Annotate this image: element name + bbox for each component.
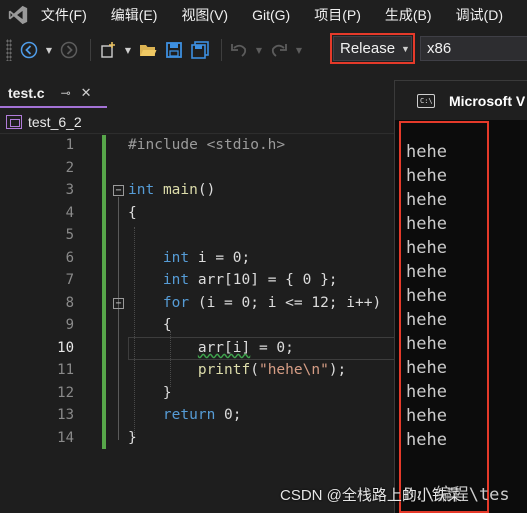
collapse-main-icon[interactable]: − <box>113 185 124 196</box>
code-line: } <box>128 430 137 446</box>
line-number: 2 <box>65 160 74 176</box>
console-output-line: hehe <box>406 262 447 282</box>
code-line: { <box>128 205 137 221</box>
code-line: int i = 0; <box>162 250 251 266</box>
outline-line <box>118 197 119 440</box>
line-number: 14 <box>57 430 74 446</box>
code-line: } <box>128 385 172 401</box>
code-line: #include <stdio.h> <box>128 137 286 153</box>
code-line: for (i = 0; i <= 12; i++) <box>162 295 382 311</box>
collapse-for-icon[interactable]: − <box>113 298 124 309</box>
tab-test-c[interactable]: test.c ⊸ ✕ <box>0 80 107 108</box>
toolbar-grip[interactable] <box>6 39 12 61</box>
open-folder-icon[interactable] <box>137 39 159 61</box>
toolbar-separator <box>90 39 91 61</box>
project-scope-icon <box>6 114 22 129</box>
menu-edit[interactable]: 编辑(E) <box>111 5 158 25</box>
line-number-current: 10 <box>57 340 74 356</box>
back-icon[interactable] <box>18 39 40 61</box>
configuration-value: Release <box>340 40 396 57</box>
console-output-line: hehe <box>406 166 447 186</box>
code-line: arr[i] = 0; <box>197 340 294 356</box>
console-output-line: hehe <box>406 406 447 426</box>
solution-platform-dropdown[interactable]: x86 <box>420 36 527 61</box>
document-tab-strip: test.c ⊸ ✕ <box>0 80 400 108</box>
terminal-icon: C:\ <box>417 93 435 108</box>
solution-configuration-dropdown[interactable]: Release ▼ <box>333 36 412 61</box>
console-output-line: hehe <box>406 310 447 330</box>
line-number: 1 <box>65 137 74 153</box>
console-output-line: hehe <box>406 214 447 234</box>
menu-git[interactable]: Git(G) <box>252 7 290 23</box>
code-line: printf("hehe\n"); <box>197 362 347 378</box>
back-dropdown-icon[interactable]: ▼ <box>44 39 54 61</box>
navigation-bar[interactable]: test_6_2 <box>0 110 400 134</box>
menu-view[interactable]: 视图(V) <box>181 5 228 25</box>
line-number: 11 <box>57 362 74 378</box>
redo-icon[interactable] <box>268 39 290 61</box>
console-output-line: hehe <box>406 142 447 162</box>
console-output-line: hehe <box>406 430 447 450</box>
console-title: Microsoft V <box>449 92 526 109</box>
platform-value: x86 <box>427 40 452 57</box>
save-icon[interactable] <box>163 39 185 61</box>
menu-project[interactable]: 项目(P) <box>314 5 361 25</box>
chevron-down-icon: ▼ <box>401 43 410 54</box>
new-project-icon[interactable] <box>97 39 119 61</box>
forward-icon[interactable] <box>58 39 80 61</box>
toolbar-separator <box>221 39 222 61</box>
pin-icon[interactable]: ⊸ <box>61 86 71 100</box>
redo-dropdown-icon[interactable]: ▼ <box>294 39 304 61</box>
code-line: return 0; <box>162 407 242 423</box>
menu-build[interactable]: 生成(B) <box>385 5 432 25</box>
menu-bar: 文件(F) 编辑(E) 视图(V) Git(G) 项目(P) 生成(B) 调试(… <box>0 0 527 30</box>
new-project-dropdown-icon[interactable]: ▼ <box>123 39 133 61</box>
code-line: int main() <box>128 182 216 198</box>
line-number: 7 <box>65 272 74 288</box>
line-number: 3 <box>65 182 74 198</box>
line-number: 4 <box>65 205 74 221</box>
undo-icon[interactable] <box>228 39 250 61</box>
menu-debug[interactable]: 调试(D) <box>456 5 503 25</box>
menu-file[interactable]: 文件(F) <box>41 5 87 25</box>
line-number: 5 <box>65 227 74 243</box>
close-icon[interactable]: ✕ <box>81 86 92 101</box>
line-number: 13 <box>57 407 74 423</box>
console-output-line: hehe <box>406 382 447 402</box>
configuration-highlight: Release ▼ <box>330 33 415 64</box>
change-tracking-bar <box>102 135 106 449</box>
console-output-line: hehe <box>406 238 447 258</box>
console-output-line: hehe <box>406 358 447 378</box>
code-line: int arr[10] = { 0 }; <box>162 272 338 288</box>
code-line: { <box>128 317 172 333</box>
save-all-icon[interactable] <box>189 39 211 61</box>
line-number: 6 <box>65 250 74 266</box>
tab-label: test.c <box>8 85 45 101</box>
line-number: 8 <box>65 295 74 311</box>
undo-dropdown-icon[interactable]: ▼ <box>254 39 264 61</box>
code-editor[interactable]: 1 2 3 4 5 6 7 8 9 10 11 12 13 14 − − #in… <box>0 135 400 513</box>
line-number: 9 <box>65 317 74 333</box>
console-output-line: hehe <box>406 286 447 306</box>
console-output-line: hehe <box>406 190 447 210</box>
visual-studio-logo-icon[interactable] <box>0 0 37 30</box>
line-number: 12 <box>57 385 74 401</box>
project-scope-label: test_6_2 <box>28 113 82 130</box>
console-title-bar[interactable]: C:\ Microsoft V <box>395 80 527 120</box>
console-output-line: hehe <box>406 334 447 354</box>
csdn-watermark: CSDN @全栈路上的小铁菜 <box>280 487 462 504</box>
